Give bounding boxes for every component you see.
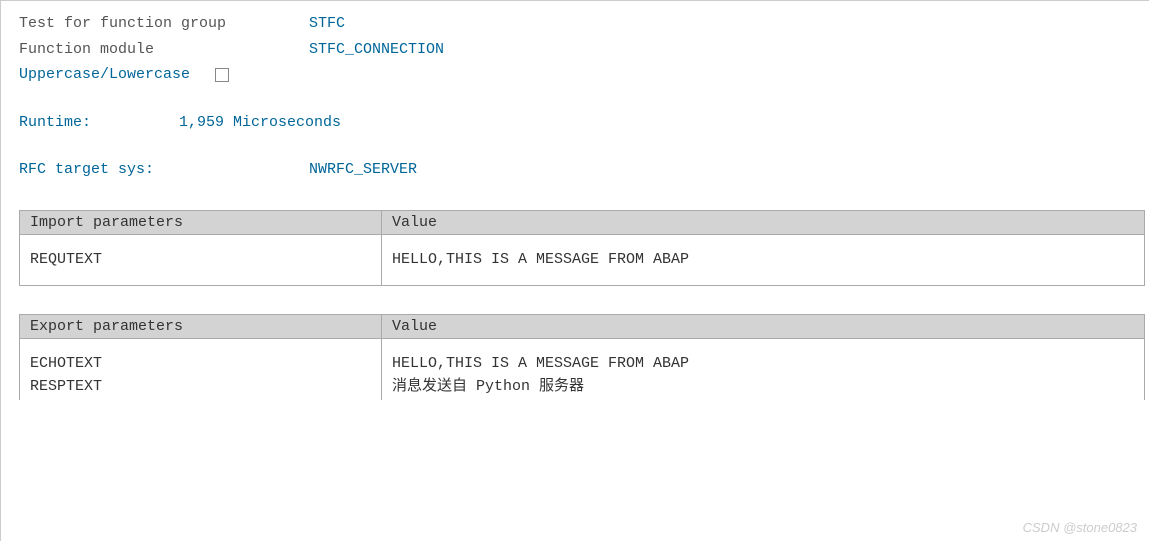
- import-param-name: REQUTEXT: [20, 234, 382, 286]
- function-module-label: Function module: [19, 39, 309, 62]
- export-param-value: 消息发送自 Python 服务器: [392, 376, 1134, 399]
- function-group-value: STFC: [309, 13, 345, 36]
- rfc-target-value: NWRFC_SERVER: [309, 159, 417, 182]
- table-row: REQUTEXT HELLO,THIS IS A MESSAGE FROM AB…: [20, 234, 1145, 286]
- export-cell-values: HELLO,THIS IS A MESSAGE FROM ABAP 消息发送自 …: [382, 339, 1145, 401]
- import-header-param: Import parameters: [20, 210, 382, 234]
- export-param-value: HELLO,THIS IS A MESSAGE FROM ABAP: [392, 353, 1134, 376]
- export-header-param: Export parameters: [20, 315, 382, 339]
- function-group-label: Test for function group: [19, 13, 309, 36]
- rfc-target-row: RFC target sys: NWRFC_SERVER: [19, 159, 1149, 182]
- uppercase-label: Uppercase/Lowercase: [19, 64, 190, 87]
- function-module-row: Function module STFC_CONNECTION: [19, 39, 1149, 62]
- import-parameters-table: Import parameters Value REQUTEXT HELLO,T…: [19, 210, 1145, 287]
- table-row: ECHOTEXT RESPTEXT HELLO,THIS IS A MESSAG…: [20, 339, 1145, 401]
- function-group-row: Test for function group STFC: [19, 13, 1149, 36]
- export-parameters-table: Export parameters Value ECHOTEXT RESPTEX…: [19, 314, 1145, 400]
- runtime-value: 1,959 Microseconds: [179, 112, 341, 135]
- export-cell-params: ECHOTEXT RESPTEXT: [20, 339, 382, 401]
- rfc-target-label: RFC target sys:: [19, 159, 309, 182]
- export-param-name: RESPTEXT: [30, 376, 371, 399]
- import-header-value: Value: [382, 210, 1145, 234]
- watermark: CSDN @stone0823: [1023, 520, 1137, 535]
- import-param-value: HELLO,THIS IS A MESSAGE FROM ABAP: [382, 234, 1145, 286]
- export-param-name: ECHOTEXT: [30, 353, 371, 376]
- uppercase-row: Uppercase/Lowercase: [19, 64, 1149, 87]
- function-module-value: STFC_CONNECTION: [309, 39, 444, 62]
- runtime-label: Runtime:: [19, 112, 179, 135]
- export-header-value: Value: [382, 315, 1145, 339]
- runtime-row: Runtime: 1,959 Microseconds: [19, 112, 1149, 135]
- uppercase-checkbox[interactable]: [215, 68, 229, 82]
